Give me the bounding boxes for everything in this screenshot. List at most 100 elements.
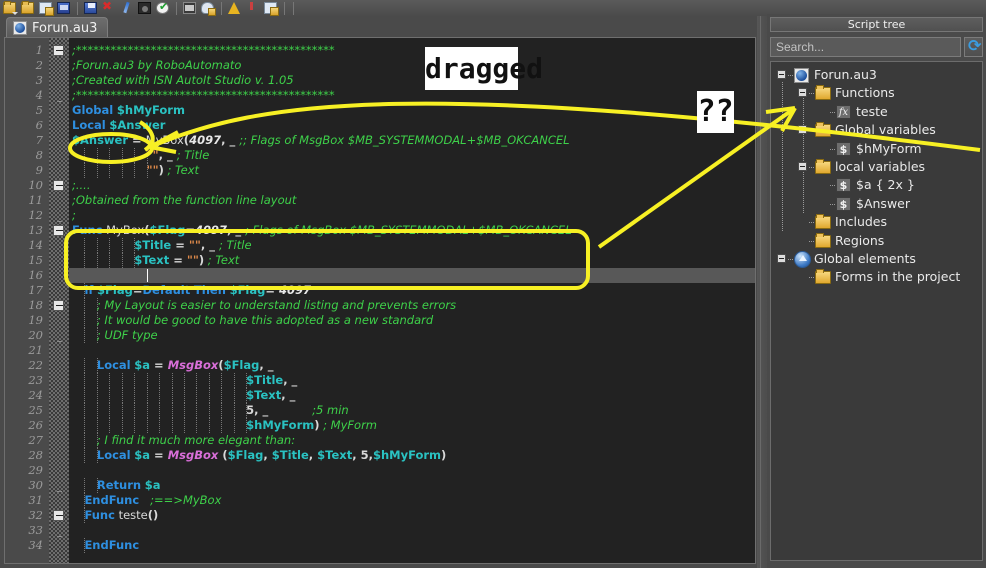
tree-node-label: Global elements [814, 251, 916, 266]
code-line[interactable]: Func MyBox($Flag=4097, _ ; Flags of MsgB… [72, 223, 572, 238]
indent-guide [121, 388, 123, 403]
fold-toggle-icon[interactable] [53, 225, 64, 236]
save-all-icon-glyph [21, 0, 34, 14]
fold-toggle-icon[interactable] [53, 45, 64, 56]
code-line[interactable]: Local $a = MsgBox ($Flag, $Title, $Text,… [97, 448, 446, 463]
small-red-icon[interactable] [244, 1, 261, 16]
code-text-area[interactable]: ;***************************************… [69, 38, 755, 563]
save-all-icon[interactable] [19, 0, 36, 16]
document-icon[interactable] [262, 1, 279, 16]
tree-node-forms-in-the-project[interactable]: Forms in the project [771, 268, 982, 286]
build-flag-icon[interactable] [37, 1, 54, 16]
indent-guide [84, 253, 86, 268]
tree-node-teste[interactable]: fx teste [771, 103, 982, 121]
code-line[interactable]: $Text = "") ; Text [134, 253, 239, 268]
line-number: 1 [35, 43, 43, 57]
code-token: , _ [226, 223, 246, 237]
settings-dark-icon-glyph [138, 1, 151, 14]
indent-guide [96, 148, 98, 163]
code-line[interactable]: "") ; Text [147, 163, 199, 178]
console-icon[interactable] [181, 1, 198, 16]
tree-node-global-elements[interactable]: Global elements [771, 250, 982, 268]
chevron-down-icon[interactable] [12, 11, 18, 15]
code-token: ;Obtained from the function line layout [72, 193, 297, 207]
function-icon: fx [836, 104, 851, 119]
code-line[interactable]: ;***************************************… [72, 88, 335, 103]
save-form-icon[interactable] [82, 1, 99, 16]
code-line[interactable]: if $Flag=Default Then $Flag= 4097 [84, 283, 311, 298]
code-line[interactable]: EndFunc [84, 538, 139, 553]
code-token: "" [146, 163, 159, 177]
tree-node-forun-au3[interactable]: Forun.au3 [771, 66, 982, 84]
tree-node-regions[interactable]: Regions [771, 232, 982, 250]
open-folder-icon[interactable] [1, 0, 18, 16]
tree-node-a-2x[interactable]: $ $a { 2x } [771, 176, 982, 194]
code-line[interactable]: ;Forun.au3 by RoboAutomato [72, 58, 241, 73]
line-number: 16 [28, 268, 43, 282]
code-editor[interactable]: 1 2 3 4 5 6 7 8 9 10 11 12 13 14 15 16 17 18 19 20 21 22 23 24 2… [4, 37, 756, 564]
fold-toggle-icon[interactable] [53, 180, 64, 191]
run-check-icon[interactable] [154, 0, 171, 16]
edit-pen-icon[interactable] [118, 1, 135, 16]
fold-toggle-icon[interactable] [53, 300, 64, 311]
line-number: 11 [28, 193, 43, 207]
code-line[interactable]: 5, _ ;5 min [246, 403, 349, 418]
tree-node-local-variables[interactable]: local variables [771, 158, 982, 176]
code-line[interactable]: Func teste() [84, 508, 158, 523]
code-line[interactable]: ; I find it much more elegant than: [97, 433, 295, 448]
settings-dark-icon[interactable] [136, 1, 153, 16]
refresh-icon[interactable] [964, 36, 983, 57]
code-line[interactable]: ;***************************************… [72, 43, 335, 58]
code-line[interactable]: ;Obtained from the function line layout [72, 193, 296, 208]
tree-expander-icon[interactable] [777, 70, 786, 79]
tree-expander-icon[interactable] [798, 162, 807, 171]
script-tree-list[interactable]: Forun.au3 Functions fx teste Global variable… [770, 61, 983, 561]
code-line[interactable]: Local $a = MsgBox($Flag, _ [97, 358, 274, 373]
indent-guide [84, 373, 86, 388]
tree-expander-icon[interactable] [798, 88, 807, 98]
code-line[interactable]: $Title = "", _ ; Title [134, 238, 251, 253]
indent-guide [221, 418, 223, 433]
tree-node-global-variables[interactable]: Global variables [771, 121, 982, 139]
code-line[interactable]: ; It would be good to have this adopted … [97, 313, 433, 328]
tree-expander-icon[interactable] [798, 125, 807, 135]
line-number: 21 [28, 343, 43, 357]
code-line[interactable]: ; UDF type [97, 328, 158, 343]
tab-forun-au3[interactable]: Forun.au3 [6, 17, 109, 38]
cloud-upload-icon[interactable] [199, 1, 216, 16]
code-line[interactable]: $hMyForm) ; MyForm [246, 418, 377, 433]
tree-node-label: Includes [835, 214, 888, 230]
code-line[interactable]: "", _ ; Title [147, 148, 210, 163]
code-line[interactable]: ;.... [72, 178, 91, 193]
panel-splitter[interactable] [757, 16, 767, 568]
line-number: 23 [28, 373, 43, 387]
search-input[interactable] [770, 37, 961, 57]
new-form-icon[interactable] [55, 1, 72, 16]
code-line[interactable]: Global $hMyForm [72, 103, 185, 118]
tree-node-hmyform[interactable]: $ $hMyForm [771, 140, 982, 158]
indent-guide [159, 418, 161, 433]
code-token: , _ [158, 148, 177, 162]
code-line[interactable]: ; [72, 208, 76, 223]
fold-toggle-icon[interactable] [53, 510, 64, 521]
code-line[interactable]: EndFunc ;==>MyBox [84, 493, 221, 508]
code-token: ; I find it much more elegant than: [96, 433, 296, 447]
code-token: = [185, 223, 195, 237]
delete-icon[interactable] [100, 0, 117, 16]
code-line[interactable]: ;Created with ISN AutoIt Studio v. 1.05 [72, 73, 294, 88]
indent-guide [233, 418, 235, 433]
tree-node-answer[interactable]: $ $Answer [771, 195, 982, 213]
code-line[interactable]: Return $a [97, 478, 161, 493]
tree-node-functions[interactable]: Functions [771, 84, 982, 102]
code-line[interactable]: $Text, _ [246, 388, 295, 403]
code-token: ; Text [163, 163, 200, 177]
code-token: Local [96, 358, 131, 372]
tree-node-includes[interactable]: Includes [771, 213, 982, 231]
tree-expander-icon[interactable] [777, 254, 786, 263]
fold-end-marker [57, 536, 62, 537]
code-line[interactable]: $Title, _ [246, 373, 297, 388]
code-line[interactable]: ; My Layout is easier to understand list… [97, 298, 456, 313]
code-line[interactable]: Local $Answer [72, 118, 165, 133]
code-line[interactable]: $Answer = MyBox(4097, _ ;; Flags of MsgB… [72, 133, 570, 148]
warning-icon[interactable] [226, 1, 243, 16]
